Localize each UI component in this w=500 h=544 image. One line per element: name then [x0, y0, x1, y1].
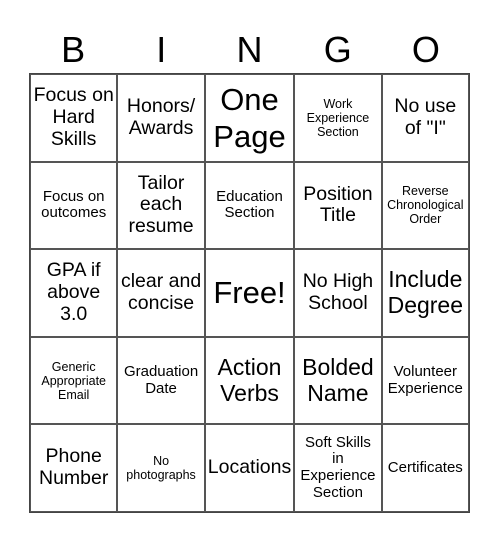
bingo-cell[interactable]: Tailor each resume: [117, 161, 205, 250]
bingo-cell[interactable]: Soft Skills in Experience Section: [294, 424, 382, 512]
bingo-cell[interactable]: Include Degree: [381, 249, 469, 337]
bingo-cell[interactable]: Graduation Date: [117, 336, 205, 425]
bingo-cell[interactable]: Work Experience Section: [294, 74, 382, 162]
header-letter-g: G: [323, 29, 352, 70]
bingo-cell[interactable]: Volunteer Experience: [381, 336, 469, 425]
header-letter-b: B: [61, 29, 86, 70]
bingo-cell[interactable]: Honors/ Awards: [117, 74, 205, 162]
bingo-cell[interactable]: Focus on Hard Skills: [30, 74, 118, 162]
bingo-cell[interactable]: Generic Appropriate Email: [30, 336, 118, 425]
bingo-cell[interactable]: Position Title: [294, 161, 382, 250]
bingo-cell[interactable]: Education Section: [204, 161, 295, 250]
bingo-cell[interactable]: GPA if above 3.0: [30, 249, 118, 337]
bingo-header: B I N G O: [29, 30, 470, 70]
bingo-cell[interactable]: Focus on outcomes: [30, 161, 118, 250]
bingo-cell[interactable]: Bolded Name: [294, 336, 382, 425]
bingo-cell[interactable]: Certificates: [381, 424, 469, 512]
bingo-cell-free[interactable]: Free!: [204, 249, 295, 337]
bingo-cell[interactable]: No High School: [294, 249, 382, 337]
bingo-cell[interactable]: No use of "I": [381, 74, 469, 162]
bingo-cell[interactable]: Locations: [204, 424, 295, 512]
bingo-cell[interactable]: Reverse Chronological Order: [381, 161, 469, 250]
bingo-cell[interactable]: One Page: [204, 74, 295, 162]
bingo-grid: Focus on Hard Skills Honors/ Awards One Pa…: [29, 73, 470, 513]
header-letter-i: I: [156, 29, 167, 70]
header-letter-o: O: [411, 29, 440, 70]
bingo-cell[interactable]: Phone Number: [30, 424, 118, 512]
bingo-cell[interactable]: clear and concise: [117, 249, 205, 337]
bingo-cell[interactable]: Action Verbs: [204, 336, 295, 425]
header-letter-n: N: [236, 29, 263, 70]
bingo-cell[interactable]: No photographs: [117, 424, 205, 512]
